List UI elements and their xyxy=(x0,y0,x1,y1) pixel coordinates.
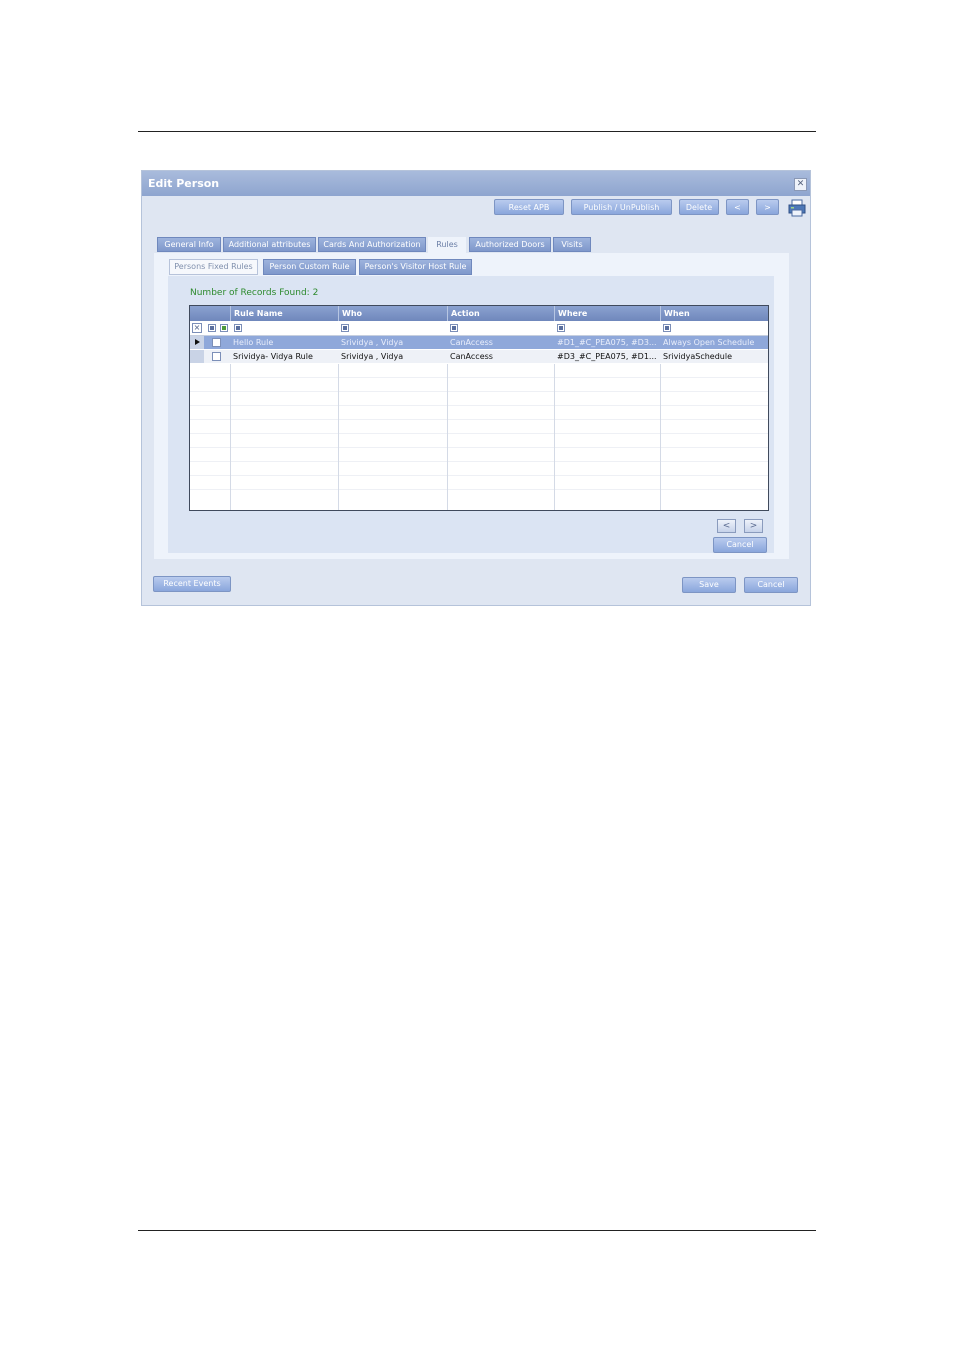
column-header-action[interactable]: Action xyxy=(447,306,554,321)
records-count: Number of Records Found: 2 xyxy=(190,288,319,298)
cell-when: Always Open Schedule xyxy=(663,338,755,347)
dialog-title: Edit Person xyxy=(148,177,220,190)
grid-line xyxy=(660,364,661,510)
grid-line xyxy=(554,364,555,510)
filter-rule-name[interactable] xyxy=(234,324,242,332)
tab-visits[interactable]: Visits xyxy=(553,237,591,252)
filter-clear-icon[interactable]: × xyxy=(192,323,202,333)
row-checkbox[interactable] xyxy=(212,352,221,361)
column-header-rule-name[interactable]: Rule Name xyxy=(230,306,338,321)
cell-rule-name: Hello Rule xyxy=(233,338,274,347)
reset-apb-button[interactable]: Reset APB xyxy=(494,199,564,215)
cell-where: #D3_#C_PEA075, #D1... xyxy=(557,352,657,361)
grid-line xyxy=(190,447,768,448)
page-top-rule xyxy=(138,131,816,132)
cell-when: SrividyaSchedule xyxy=(663,352,733,361)
grid-line xyxy=(190,461,768,462)
filter-row: × xyxy=(190,321,768,336)
grid-line xyxy=(190,433,768,434)
row-checkbox[interactable] xyxy=(212,338,221,347)
cell-who: Srividya , Vidya xyxy=(341,352,404,361)
recent-events-button[interactable]: Recent Events xyxy=(153,576,231,592)
grid-line xyxy=(190,391,768,392)
filter-action[interactable] xyxy=(450,324,458,332)
delete-button[interactable]: Delete xyxy=(679,199,719,215)
grid-line xyxy=(190,489,768,490)
fixed-rules-panel: Number of Records Found: 2 Rule Name Who… xyxy=(168,276,774,553)
rules-grid: Rule Name Who Action Where When × Hello … xyxy=(189,305,769,511)
cell-action: CanAccess xyxy=(450,352,493,361)
filter-who[interactable] xyxy=(341,324,349,332)
column-header-when[interactable]: When xyxy=(660,306,768,321)
cancel-button[interactable]: Cancel xyxy=(744,577,798,593)
cell-where: #D1_#C_PEA075, #D3... xyxy=(557,338,657,347)
grid-line xyxy=(190,377,768,378)
rules-tab-panel: Persons Fixed Rules Person Custom Rule P… xyxy=(154,253,789,559)
subtab-persons-visitor-host-rule[interactable]: Person's Visitor Host Rule xyxy=(359,259,472,275)
grid-line xyxy=(338,364,339,510)
column-header-who[interactable]: Who xyxy=(338,306,447,321)
grid-line xyxy=(230,364,231,510)
edit-person-dialog: Edit Person ✕ Reset APB Publish / UnPubl… xyxy=(141,170,811,606)
cell-rule-name: Srividya- Vidya Rule xyxy=(233,352,313,361)
page-bottom-rule xyxy=(138,1230,816,1231)
cell-who: Srividya , Vidya xyxy=(341,338,404,347)
subtab-person-custom-rule[interactable]: Person Custom Rule xyxy=(263,259,356,275)
filter-where[interactable] xyxy=(557,324,565,332)
grid-line xyxy=(190,405,768,406)
grid-prev-page-button[interactable]: < xyxy=(717,519,736,533)
printer-icon[interactable] xyxy=(788,199,806,217)
grid-line xyxy=(190,475,768,476)
row-indicator xyxy=(190,350,204,363)
dialog-titlebar: Edit Person ✕ xyxy=(142,171,810,196)
tab-cards-and-authorization[interactable]: Cards And Authorization xyxy=(318,237,426,252)
save-button[interactable]: Save xyxy=(682,577,736,593)
filter-checkbox-icon[interactable] xyxy=(220,324,228,332)
tab-authorized-doors[interactable]: Authorized Doors xyxy=(469,237,551,252)
panel-cancel-button[interactable]: Cancel xyxy=(713,537,767,553)
cell-action: CanAccess xyxy=(450,338,493,347)
close-icon[interactable]: ✕ xyxy=(794,178,807,191)
grid-line xyxy=(447,364,448,510)
publish-unpublish-button[interactable]: Publish / UnPublish xyxy=(571,199,672,215)
grid-header: Rule Name Who Action Where When xyxy=(190,306,768,321)
subtab-persons-fixed-rules[interactable]: Persons Fixed Rules xyxy=(169,259,258,275)
next-record-button[interactable]: > xyxy=(756,199,779,215)
table-row[interactable]: Hello Rule Srividya , Vidya CanAccess #D… xyxy=(190,336,768,349)
column-header-where[interactable]: Where xyxy=(554,306,660,321)
tab-additional-attributes[interactable]: Additional attributes xyxy=(223,237,316,252)
previous-record-button[interactable]: < xyxy=(726,199,749,215)
tab-rules[interactable]: Rules xyxy=(428,237,466,254)
grid-line xyxy=(190,419,768,420)
grid-next-page-button[interactable]: > xyxy=(744,519,763,533)
tab-general-info[interactable]: General Info xyxy=(157,237,221,252)
filter-when[interactable] xyxy=(663,324,671,332)
filter-select-icon[interactable] xyxy=(208,324,216,332)
table-row[interactable]: Srividya- Vidya Rule Srividya , Vidya Ca… xyxy=(190,350,768,363)
row-pointer-icon xyxy=(190,336,204,349)
